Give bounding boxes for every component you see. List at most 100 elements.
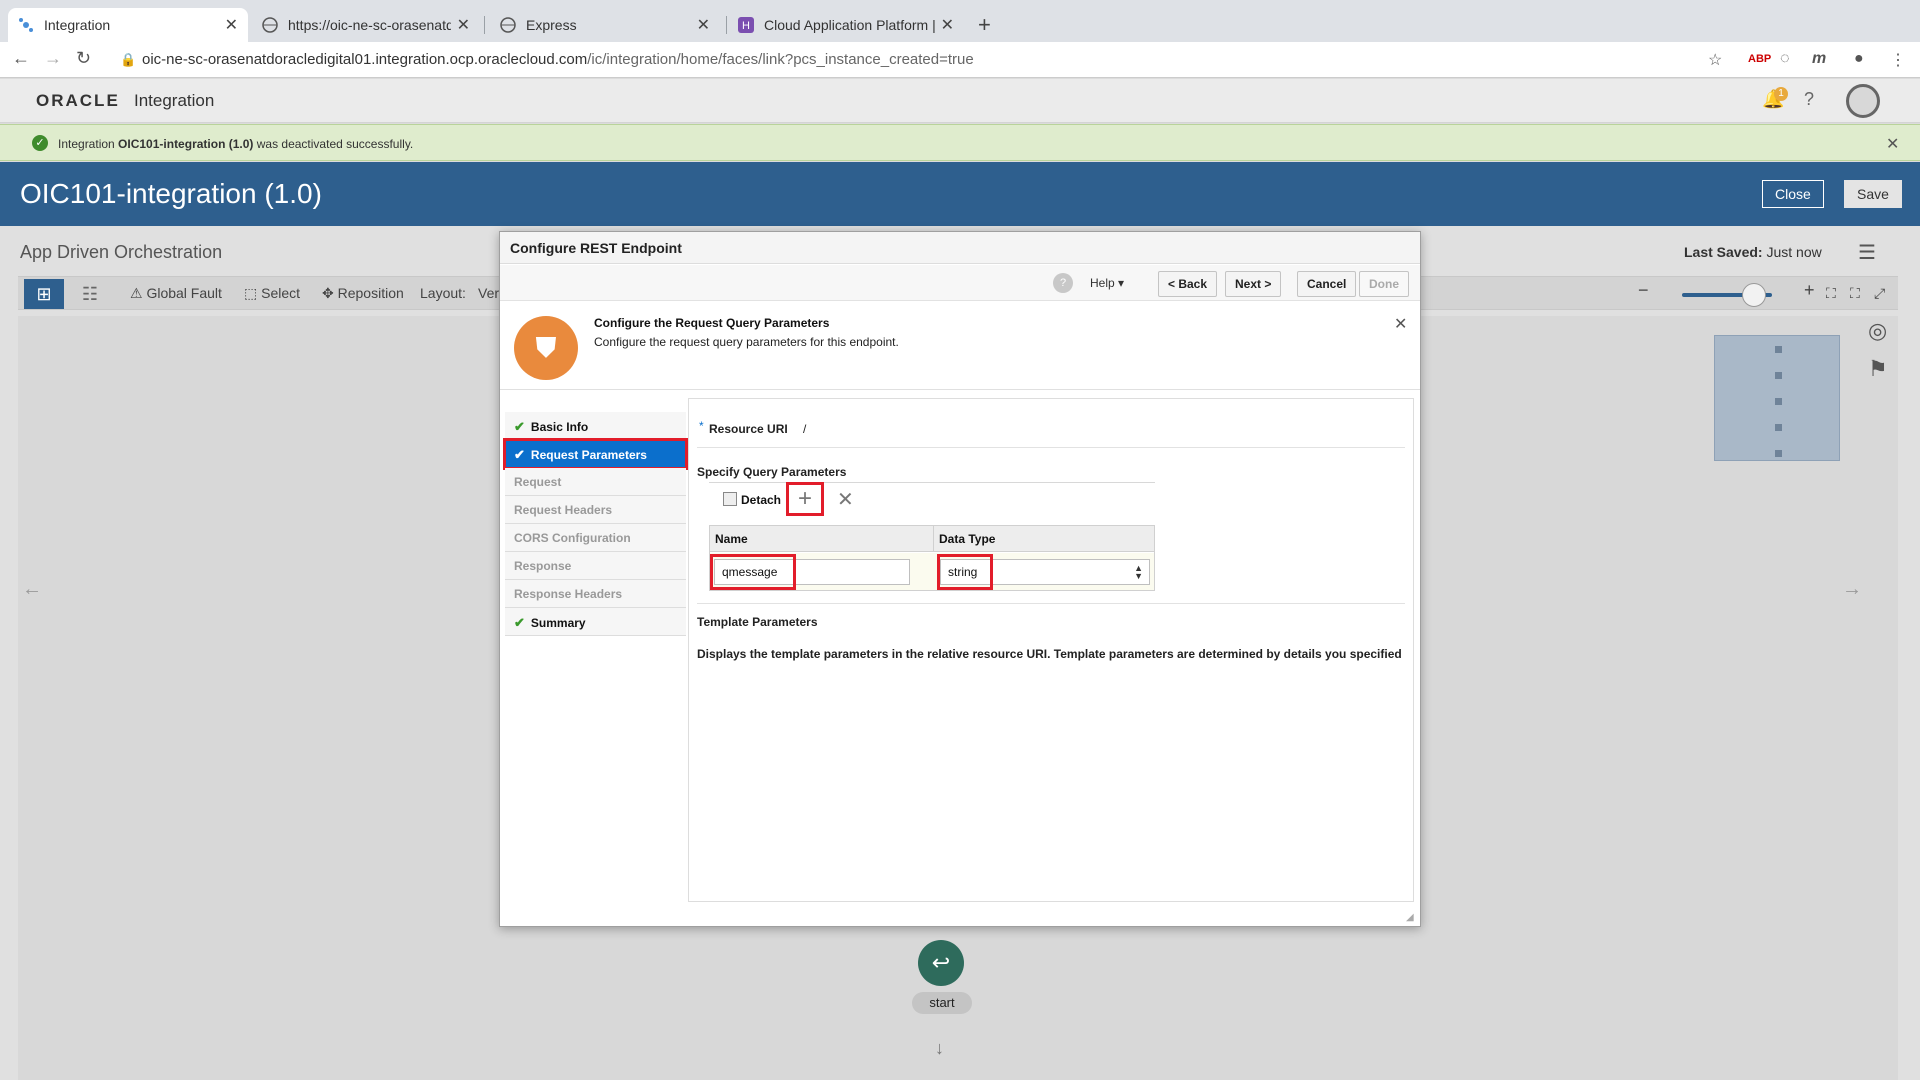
checkmark-icon: ✔ [514, 447, 525, 462]
step-cors-configuration[interactable]: CORS Configuration [505, 524, 686, 552]
header-description: Configure the request query parameters f… [594, 335, 899, 349]
app-header: ORACLE Integration 🔔 1 ? [0, 79, 1920, 123]
zoom-slider-knob[interactable] [1742, 283, 1766, 307]
step-content: * Resource URI / Specify Query Parameter… [688, 398, 1414, 902]
resource-uri-label: Resource URI [709, 422, 788, 436]
step-summary[interactable]: ✔ Summary [505, 608, 686, 636]
actual-size-icon[interactable]: ⛶ [1850, 285, 1860, 302]
step-basic-info[interactable]: ✔ Basic Info [505, 412, 686, 440]
step-response[interactable]: Response [505, 552, 686, 580]
reposition-button[interactable]: ✥ Reposition [322, 285, 404, 302]
profile-icon[interactable]: ● [1854, 50, 1864, 68]
close-tab-icon[interactable]: ✕ [697, 15, 710, 35]
page-title: OIC101-integration (1.0) [20, 178, 322, 209]
dialog-button-row: ? Help ▾ < Back Next > Cancel Done [500, 265, 1420, 301]
product-name: Integration [134, 91, 215, 110]
close-tab-icon[interactable]: ✕ [225, 15, 238, 35]
close-dialog-icon[interactable]: ✕ [1394, 314, 1407, 334]
select-arrows-icon: ▲ ▼ [1134, 563, 1143, 581]
browser-menu-icon[interactable]: ⋮ [1890, 50, 1906, 70]
reload-icon[interactable]: ↻ [76, 48, 91, 69]
delete-row-icon[interactable]: ✕ [837, 487, 854, 512]
help-icon[interactable]: ? [1804, 89, 1814, 110]
adblock-icon[interactable]: ABP [1748, 53, 1771, 65]
new-tab-icon[interactable]: + [978, 12, 991, 38]
close-tab-icon[interactable]: ✕ [457, 15, 470, 35]
step-request-parameters[interactable]: ✔ Request Parameters [503, 438, 688, 470]
close-banner-icon[interactable]: ✕ [1886, 134, 1899, 154]
wizard-steps: ✔ Basic Info ✔ Request Parameters Request … [503, 412, 688, 636]
step-request[interactable]: Request [505, 468, 686, 496]
browser-tab-express[interactable]: Express ✕ [490, 8, 720, 42]
checkmark-icon: ✓ [32, 135, 48, 151]
select-button[interactable]: ⬚ Select [244, 285, 300, 302]
tab-title: Integration [44, 17, 111, 33]
url-path: /ic/integration/home/faces/link?pcs_inst… [587, 51, 974, 68]
query-parameters-table: Name Data Type qmessage string ▲ ▼ [709, 525, 1155, 591]
scroll-left-icon[interactable]: ← [22, 578, 42, 601]
save-button[interactable]: Save [1844, 180, 1902, 208]
target-icon[interactable]: ◎ [1868, 318, 1887, 344]
address-bar: ← → ↻ 🔒 oic-ne-sc-orasenatdoracledigital… [0, 42, 1920, 78]
start-node-icon[interactable]: ↩ [918, 940, 964, 986]
down-arrow-icon: ↓ [935, 1038, 944, 1058]
detach-icon[interactable] [723, 492, 737, 506]
step-response-headers[interactable]: Response Headers [505, 580, 686, 608]
query-table-toolbar: Detach + ✕ [709, 482, 1155, 516]
help-circle-icon[interactable]: ? [1053, 273, 1073, 293]
browser-tab-cloud-platform[interactable]: H Cloud Application Platform | H ✕ [728, 8, 964, 42]
required-marker: * [699, 419, 704, 433]
dialog-header: ⛊ Configure the Request Query Parameters… [500, 302, 1420, 390]
back-button[interactable]: < Back [1158, 271, 1218, 297]
cancel-button[interactable]: Cancel [1297, 271, 1357, 297]
expand-icon[interactable]: ⤢ [1874, 285, 1885, 302]
user-avatar[interactable] [1846, 84, 1880, 118]
resource-uri-value: / [803, 422, 807, 436]
forward-arrow-icon[interactable]: → [44, 48, 62, 69]
close-button[interactable]: Close [1762, 180, 1824, 208]
request-parameters-icon: ⛊ [514, 316, 578, 380]
success-banner: ✓ Integration OIC101-integration (1.0) w… [0, 124, 1920, 161]
back-arrow-icon[interactable]: ← [12, 48, 30, 69]
browser-tabbar: Integration ✕ https://oic-ne-sc-orasenat… [0, 0, 1920, 42]
globe-icon [500, 17, 516, 33]
resize-grip-icon[interactable]: ◢ [1406, 912, 1414, 923]
scroll-right-icon[interactable]: → [1842, 578, 1862, 601]
add-row-icon[interactable]: + [786, 482, 824, 516]
menu-icon[interactable]: ☰ [1858, 240, 1876, 265]
zoom-out-icon[interactable]: − [1638, 280, 1649, 301]
browser-tab-oic[interactable]: https://oic-ne-sc-orasenatdora ✕ [252, 8, 480, 42]
layout-label: Layout: [420, 285, 466, 301]
browser-tab-integration[interactable]: Integration ✕ [8, 8, 248, 42]
close-tab-icon[interactable]: ✕ [941, 15, 954, 35]
next-button[interactable]: Next > [1225, 271, 1282, 297]
checkmark-icon: ✔ [514, 419, 525, 434]
url-field[interactable]: oic-ne-sc-orasenatdoracledigital01.integ… [142, 51, 974, 68]
notification-badge: 1 [1774, 87, 1788, 101]
url-host: oic-ne-sc-orasenatdoracledigital01.integ… [142, 51, 588, 68]
flag-icon[interactable]: ⚑ [1868, 356, 1888, 382]
query-section-title: Specify Query Parameters [697, 465, 847, 479]
step-request-headers[interactable]: Request Headers [505, 496, 686, 524]
extension-icon[interactable]: ◌ [1780, 50, 1790, 68]
global-fault-button[interactable]: ⚠ Global Fault [130, 285, 222, 302]
header-title: Configure the Request Query Parameters [594, 316, 830, 330]
orchestration-subtitle: App Driven Orchestration [20, 242, 223, 262]
detach-button[interactable]: Detach [741, 493, 781, 507]
list-view-icon[interactable]: ☷ [70, 279, 110, 309]
integration-titlebar: OIC101-integration (1.0) Close Save [0, 162, 1920, 226]
layout-value[interactable]: Ver [478, 285, 499, 301]
m-extension-icon[interactable]: m [1812, 50, 1826, 68]
canvas-view-icon[interactable]: ⊞ [24, 279, 64, 309]
type-highlight [937, 554, 993, 590]
tab-title: Express [526, 17, 577, 33]
help-menu[interactable]: Help ▾ [1090, 276, 1124, 290]
svg-text:H: H [742, 20, 750, 32]
fit-screen-icon[interactable]: ⛶ [1826, 285, 1836, 302]
done-button[interactable]: Done [1359, 271, 1409, 297]
name-highlight [710, 554, 796, 590]
column-header-type: Data Type [934, 526, 1154, 552]
minimap[interactable] [1714, 335, 1840, 461]
zoom-in-icon[interactable]: + [1804, 280, 1815, 301]
star-bookmark-icon[interactable]: ☆ [1708, 50, 1722, 70]
